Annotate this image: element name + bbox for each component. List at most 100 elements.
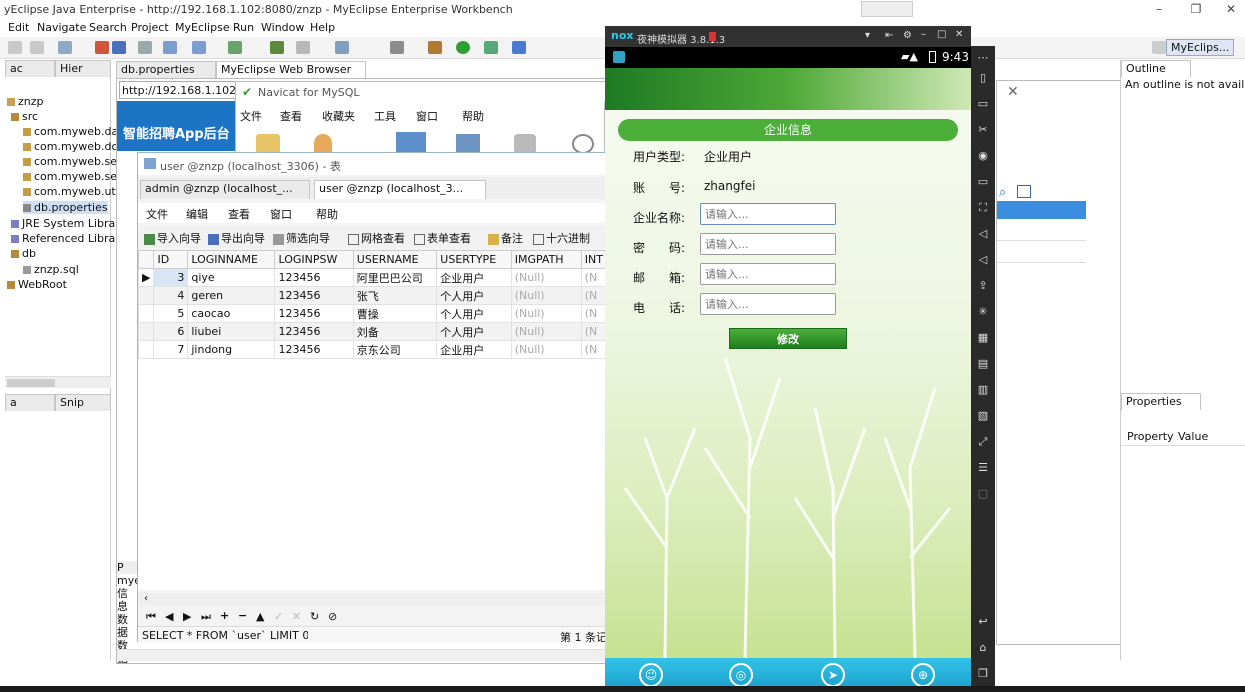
grid-hscrollbar[interactable]: ‹: [138, 593, 607, 606]
cell-imgpath[interactable]: (Null): [510, 304, 582, 323]
cell-imgpath[interactable]: (Null): [510, 286, 582, 305]
table-row[interactable]: 5 caocao 123456 曹操 个人用户 (Null) (N: [138, 304, 607, 323]
tab-admin-table[interactable]: admin @znzp (localhost_...: [140, 180, 310, 199]
table-row[interactable]: 4 geren 123456 张飞 个人用户 (Null) (N: [138, 286, 607, 305]
nox-minimize-icon[interactable]: –: [921, 29, 926, 40]
tree-db[interactable]: db: [11, 247, 36, 260]
volume-up-icon[interactable]: ◁: [976, 228, 990, 240]
menu-myeclipse[interactable]: MyEclipse: [175, 21, 230, 34]
cell-loginname[interactable]: liubei: [187, 322, 276, 341]
debug-icon[interactable]: [428, 41, 442, 54]
function-icon[interactable]: [514, 134, 536, 154]
cell-id[interactable]: 7: [153, 340, 189, 359]
more-icon[interactable]: ⋯: [976, 52, 990, 64]
browser-hscrollbar[interactable]: [117, 649, 605, 661]
sound-tab-icon[interactable]: ◎: [729, 663, 753, 687]
grid-view-button[interactable]: 网格查看: [348, 230, 405, 246]
list-row[interactable]: [997, 221, 1086, 241]
cell-loginname[interactable]: geren: [187, 286, 276, 305]
settings-icon[interactable]: ⚙: [903, 30, 912, 41]
tab-properties[interactable]: Properties: [1121, 393, 1201, 410]
print-icon[interactable]: [138, 41, 152, 54]
col-imgpath[interactable]: IMGPATH: [510, 250, 582, 269]
navicat-menu-favorites[interactable]: 收藏夹: [322, 108, 355, 124]
cell-username[interactable]: 张飞: [352, 286, 438, 305]
tree-package[interactable]: com.myweb.ser: [23, 155, 121, 168]
server-icon[interactable]: [112, 41, 126, 54]
apply-icon[interactable]: ▲: [256, 610, 264, 623]
hex-button[interactable]: 十六进制: [533, 230, 590, 246]
tree-package[interactable]: com.myweb.ser: [23, 170, 121, 183]
maximize-button[interactable]: ❐: [1187, 2, 1205, 16]
phone-input[interactable]: [700, 293, 836, 315]
menu-window[interactable]: Window: [261, 21, 304, 34]
cell-imgpath[interactable]: (Null): [510, 322, 582, 341]
menu-edit[interactable]: Edit: [8, 21, 29, 34]
cell-id[interactable]: 6: [153, 322, 189, 341]
install-apk-icon[interactable]: ⇪: [976, 280, 990, 292]
tree-webroot[interactable]: WebRoot: [7, 278, 67, 291]
search-icon[interactable]: ⌕: [999, 185, 1006, 200]
save-icon[interactable]: [30, 41, 44, 54]
menu-help[interactable]: Help: [310, 21, 335, 34]
tree-sql[interactable]: znzp.sql: [23, 263, 79, 276]
table-row[interactable]: 6 liubei 123456 刘备 个人用户 (Null) (N: [138, 322, 607, 341]
cell-loginname[interactable]: jindong: [187, 340, 276, 359]
record-icon[interactable]: ▥: [976, 384, 990, 396]
tab-web-browser[interactable]: MyEclipse Web Browser: [216, 61, 366, 78]
profile-tab-icon[interactable]: ☺: [639, 663, 663, 687]
back-icon[interactable]: ↩: [976, 616, 990, 628]
password-input[interactable]: [700, 233, 836, 255]
folder-icon[interactable]: [296, 41, 310, 54]
cell-int[interactable]: (N: [580, 322, 607, 341]
tw-menu-edit[interactable]: 编辑: [186, 206, 208, 222]
tree-ref-libs[interactable]: Referenced Librar: [11, 232, 120, 245]
layout-icon[interactable]: [390, 41, 404, 54]
export-wizard-button[interactable]: 导出向导: [208, 230, 265, 246]
table-row[interactable]: ▶ 3 qiye 123456 阿里巴巴公司 企业用户 (Null) (N: [138, 268, 607, 287]
memo-button[interactable]: 备注: [488, 230, 523, 246]
nox-maximize-icon[interactable]: □: [937, 29, 946, 40]
console-tab[interactable]: P: [117, 561, 137, 574]
tw-menu-help[interactable]: 帮助: [316, 206, 338, 222]
keyboard-icon[interactable]: ▾: [865, 30, 870, 41]
table-row[interactable]: 7 jindong 123456 京东公司 企业用户 (Null) (N: [138, 340, 607, 359]
cell-loginpsw[interactable]: 123456: [274, 322, 354, 341]
row-selector[interactable]: [138, 304, 155, 323]
sync-icon[interactable]: ▧: [976, 410, 990, 422]
cell-usertype[interactable]: 企业用户: [436, 340, 512, 359]
tree-jre[interactable]: JRE System Library: [11, 217, 126, 230]
navicat-menu-view[interactable]: 查看: [280, 108, 302, 124]
new-wizard-icon[interactable]: [58, 41, 72, 54]
loading-icon[interactable]: ✳: [976, 306, 990, 318]
run-icon[interactable]: [456, 41, 470, 54]
view-icon[interactable]: [456, 134, 480, 154]
cursor-tab-icon[interactable]: ➤: [821, 663, 845, 687]
add-record-icon[interactable]: +: [220, 609, 229, 622]
user-icon[interactable]: [314, 134, 332, 154]
close-button[interactable]: ✕: [1222, 2, 1240, 16]
deploy-icon[interactable]: [95, 41, 109, 54]
tree-src[interactable]: src: [11, 110, 38, 123]
new-icon[interactable]: [8, 41, 22, 54]
cell-int[interactable]: (N: [580, 286, 607, 305]
list-row[interactable]: [997, 243, 1086, 263]
tree-package[interactable]: com.myweb.uti: [23, 185, 119, 198]
cell-imgpath[interactable]: (Null): [510, 340, 582, 359]
prev-record-icon[interactable]: ◀: [165, 610, 173, 623]
tab-db-properties[interactable]: db.properties: [116, 61, 216, 78]
navicat-menu-help[interactable]: 帮助: [462, 108, 484, 124]
tw-menu-window[interactable]: 窗口: [270, 206, 292, 222]
run-config-icon[interactable]: [484, 41, 498, 54]
globe-tab-icon[interactable]: ⊕: [911, 663, 935, 687]
last-record-icon[interactable]: ⏭: [201, 610, 211, 624]
next-record-icon[interactable]: ▶: [183, 610, 191, 623]
connection-icon[interactable]: [256, 134, 280, 154]
tree-package[interactable]: com.myweb.da: [23, 125, 118, 138]
cell-loginname[interactable]: qiye: [187, 268, 276, 287]
macro-icon[interactable]: ▦: [976, 332, 990, 344]
tw-menu-file[interactable]: 文件: [146, 206, 168, 222]
external-tools-icon[interactable]: [512, 41, 526, 54]
menu-project[interactable]: Project: [131, 21, 169, 34]
cell-usertype[interactable]: 个人用户: [436, 322, 512, 341]
